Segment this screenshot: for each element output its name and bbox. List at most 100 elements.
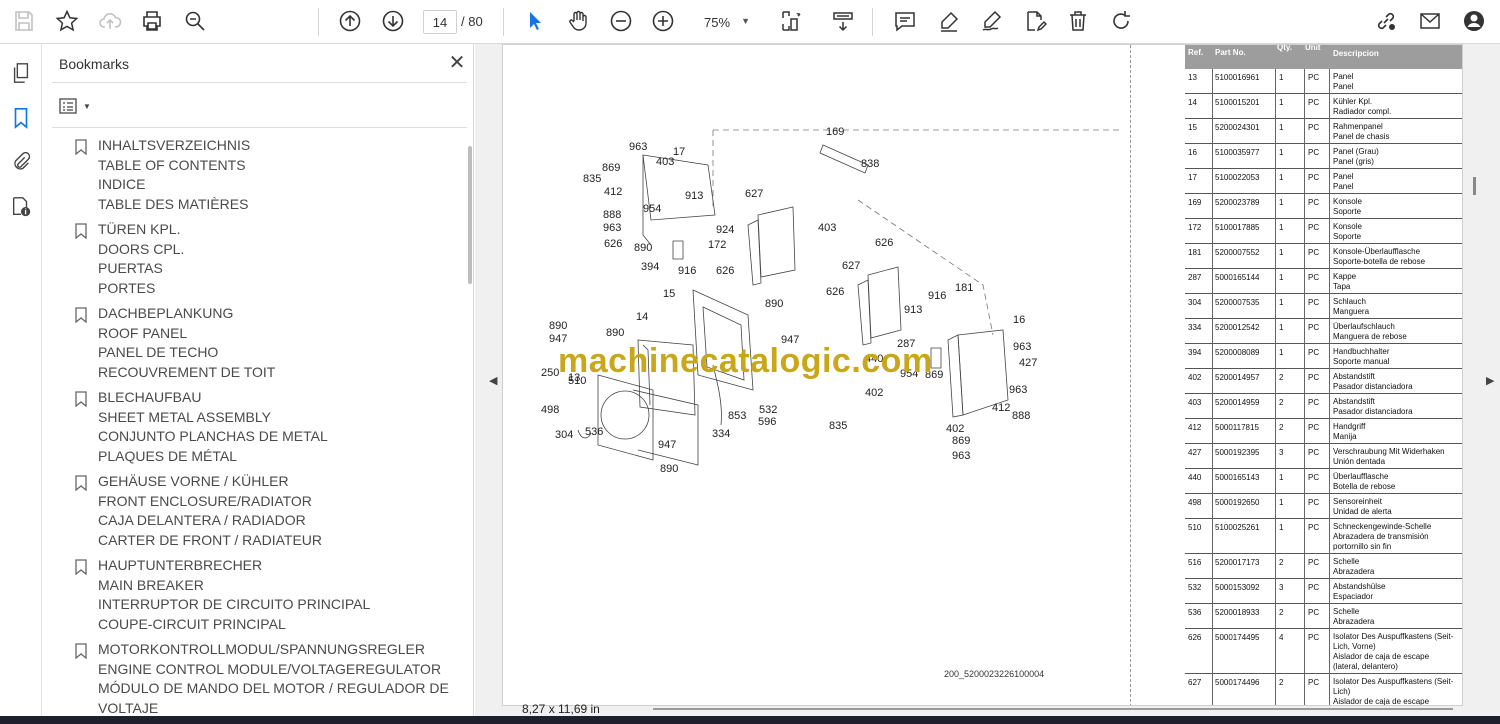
previous-page-arrow-icon[interactable]: ◀ xyxy=(489,374,497,387)
bookmark-label: CAJA DELANTERA / RADIADOR xyxy=(98,512,306,528)
pdf-reader-window: / 80 75% ▼ xyxy=(0,0,1500,724)
bookmark-label: CONJUNTO PLANCHAS DE METAL xyxy=(98,428,328,444)
parts-table-row: 536 5200018933 2 PC Schelle Abrazadera xyxy=(1185,604,1462,629)
part-description-line: Isolator Des Auspuffkastens (Seit- xyxy=(1333,632,1454,641)
bookmarks-icon[interactable] xyxy=(8,105,34,131)
part-description-line: Konsole-Überlaufflasche xyxy=(1333,247,1421,256)
watermark-text: machinecatalogic.com xyxy=(558,342,933,380)
zoom-search-icon[interactable] xyxy=(179,6,211,36)
next-page-arrow-icon[interactable]: ▶ xyxy=(1486,374,1494,387)
delete-icon[interactable] xyxy=(1062,6,1094,36)
save-icon[interactable] xyxy=(8,6,40,36)
part-description-line: Sensoreinheit xyxy=(1333,497,1382,506)
part-number: 5000192650 xyxy=(1215,498,1260,507)
star-icon[interactable] xyxy=(51,6,83,36)
part-qty: 4 xyxy=(1279,633,1284,642)
bookmark-item[interactable]: INHALTSVERZEICHNIS TABLE OF CONTENTS INDIC… xyxy=(42,136,462,214)
zoom-in-icon[interactable] xyxy=(647,6,679,36)
part-description-line: Abrazadera de transmisión xyxy=(1333,532,1429,541)
drawing-code: 200_5200023226100004 xyxy=(944,669,1045,679)
page-number-input[interactable] xyxy=(423,10,457,34)
part-ref: 15 xyxy=(1188,123,1197,132)
part-unit: PC xyxy=(1308,398,1320,407)
bookmark-options-button[interactable]: ▼ xyxy=(58,95,94,117)
part-callout: 17 xyxy=(673,146,685,158)
part-ref: 626 xyxy=(1188,633,1202,642)
page-down-icon[interactable] xyxy=(377,6,409,36)
document-scrollbar[interactable] xyxy=(1473,177,1476,195)
part-description-line: Aislador de caja de escape xyxy=(1333,652,1430,661)
part-number: 5100022053 xyxy=(1215,173,1260,182)
parts-table-row: 498 5000192650 1 PC Sensoreinheit Unidad de a… xyxy=(1185,494,1462,519)
parts-table-row: 510 5100025261 1 PC Schneckengewinde-Schelle… xyxy=(1185,519,1462,554)
part-unit: PC xyxy=(1308,423,1320,432)
bookmark-item[interactable]: MOTORKONTROLLMODUL/SPANNUNGSREGLER ENGINE… xyxy=(42,640,462,716)
part-callout: 250 xyxy=(541,367,559,379)
part-description-line: Abstandstift xyxy=(1333,397,1375,406)
email-icon[interactable] xyxy=(1414,6,1446,36)
print-icon[interactable] xyxy=(136,6,168,36)
part-ref: 412 xyxy=(1188,423,1202,432)
bookmark-item[interactable]: GEHÄUSE VORNE / KÜHLER FRONT ENCLOSURE/RA… xyxy=(42,472,462,550)
part-description-line: Pasador distanciadora xyxy=(1333,382,1413,391)
bookmark-item[interactable]: BLECHAUFBAU SHEET METAL ASSEMBLY CONJUNTO … xyxy=(42,388,462,466)
part-callout: 954 xyxy=(643,203,661,215)
part-callout: 890 xyxy=(606,327,624,339)
hand-icon[interactable] xyxy=(562,6,594,36)
edit-icon[interactable] xyxy=(1019,6,1051,36)
bookmark-item[interactable]: DACHBEPLANKUNG ROOF PANEL PANEL DE TECHO RE… xyxy=(42,304,462,382)
part-callout: 853 xyxy=(728,410,746,422)
parts-table-row: 172 5100017885 1 PC Konsole Soporte xyxy=(1185,219,1462,244)
part-description: Überlaufflasche Botella de rebose xyxy=(1333,472,1395,492)
horizontal-scrollbar[interactable] xyxy=(653,708,1453,710)
zoom-out-icon[interactable] xyxy=(605,6,637,36)
part-description-line: Kühler Kpl. xyxy=(1333,97,1373,106)
part-callout: 838 xyxy=(861,158,879,170)
sign-icon[interactable] xyxy=(976,6,1008,36)
account-icon[interactable] xyxy=(1458,6,1490,36)
part-number: 5200017173 xyxy=(1215,558,1260,567)
comment-icon[interactable] xyxy=(889,6,921,36)
rotate-icon[interactable] xyxy=(1105,6,1137,36)
parts-table-row: 440 5000165143 1 PC Überlaufflasche Botella d… xyxy=(1185,469,1462,494)
page-thumbnails-icon[interactable] xyxy=(8,60,34,86)
bookmark-label: CARTER DE FRONT / RADIATEUR xyxy=(98,531,323,548)
part-unit: PC xyxy=(1308,248,1320,257)
zoom-level-select[interactable]: 75% ▼ xyxy=(696,10,756,34)
part-number: 5000174496 xyxy=(1215,678,1260,687)
part-ref: 169 xyxy=(1188,198,1202,207)
part-number: 5000153092 xyxy=(1215,583,1260,592)
part-qty: 2 xyxy=(1279,558,1284,567)
select-cursor-icon[interactable] xyxy=(519,6,551,36)
link-icon[interactable] xyxy=(1370,6,1402,36)
part-unit: PC xyxy=(1308,523,1320,532)
upload-cloud-icon[interactable] xyxy=(94,6,126,36)
part-ref: 172 xyxy=(1188,223,1202,232)
toolbar: / 80 75% ▼ xyxy=(0,0,1500,44)
part-callout: 888 xyxy=(603,209,621,221)
attachments-icon[interactable] xyxy=(8,149,34,175)
panel-scrollbar[interactable] xyxy=(468,146,472,284)
part-qty: 3 xyxy=(1279,583,1284,592)
part-description: Abstandshülse Espaciador xyxy=(1333,582,1385,602)
part-callout: 913 xyxy=(904,304,922,316)
close-icon[interactable]: ✕ xyxy=(447,53,467,73)
part-unit: PC xyxy=(1308,173,1320,182)
navigation-rail xyxy=(0,44,42,716)
part-qty: 2 xyxy=(1279,398,1284,407)
bookmark-item[interactable]: HAUPTUNTERBRECHER MAIN BREAKER INTERRUPTOR… xyxy=(42,556,462,634)
highlight-icon[interactable] xyxy=(933,6,965,36)
part-description-line: Tapa xyxy=(1333,282,1351,291)
scroll-mode-icon[interactable] xyxy=(827,6,859,36)
document-properties-icon[interactable] xyxy=(8,194,34,220)
fit-page-icon[interactable] xyxy=(774,6,806,36)
part-unit: PC xyxy=(1308,448,1320,457)
page-up-icon[interactable] xyxy=(334,6,366,36)
bookmark-item[interactable]: TÜREN KPL. DOORS CPL. PUERTAS PORTES xyxy=(42,220,462,298)
part-description: Panel (Grau) Panel (gris) xyxy=(1333,147,1379,167)
bookmark-label: VOLTAJE xyxy=(98,699,159,716)
part-description-line: Panel xyxy=(1333,182,1354,191)
part-ref: 304 xyxy=(1188,298,1202,307)
bookmark-label: SHEET METAL ASSEMBLY xyxy=(98,408,271,425)
page-fold-line xyxy=(1130,45,1131,705)
